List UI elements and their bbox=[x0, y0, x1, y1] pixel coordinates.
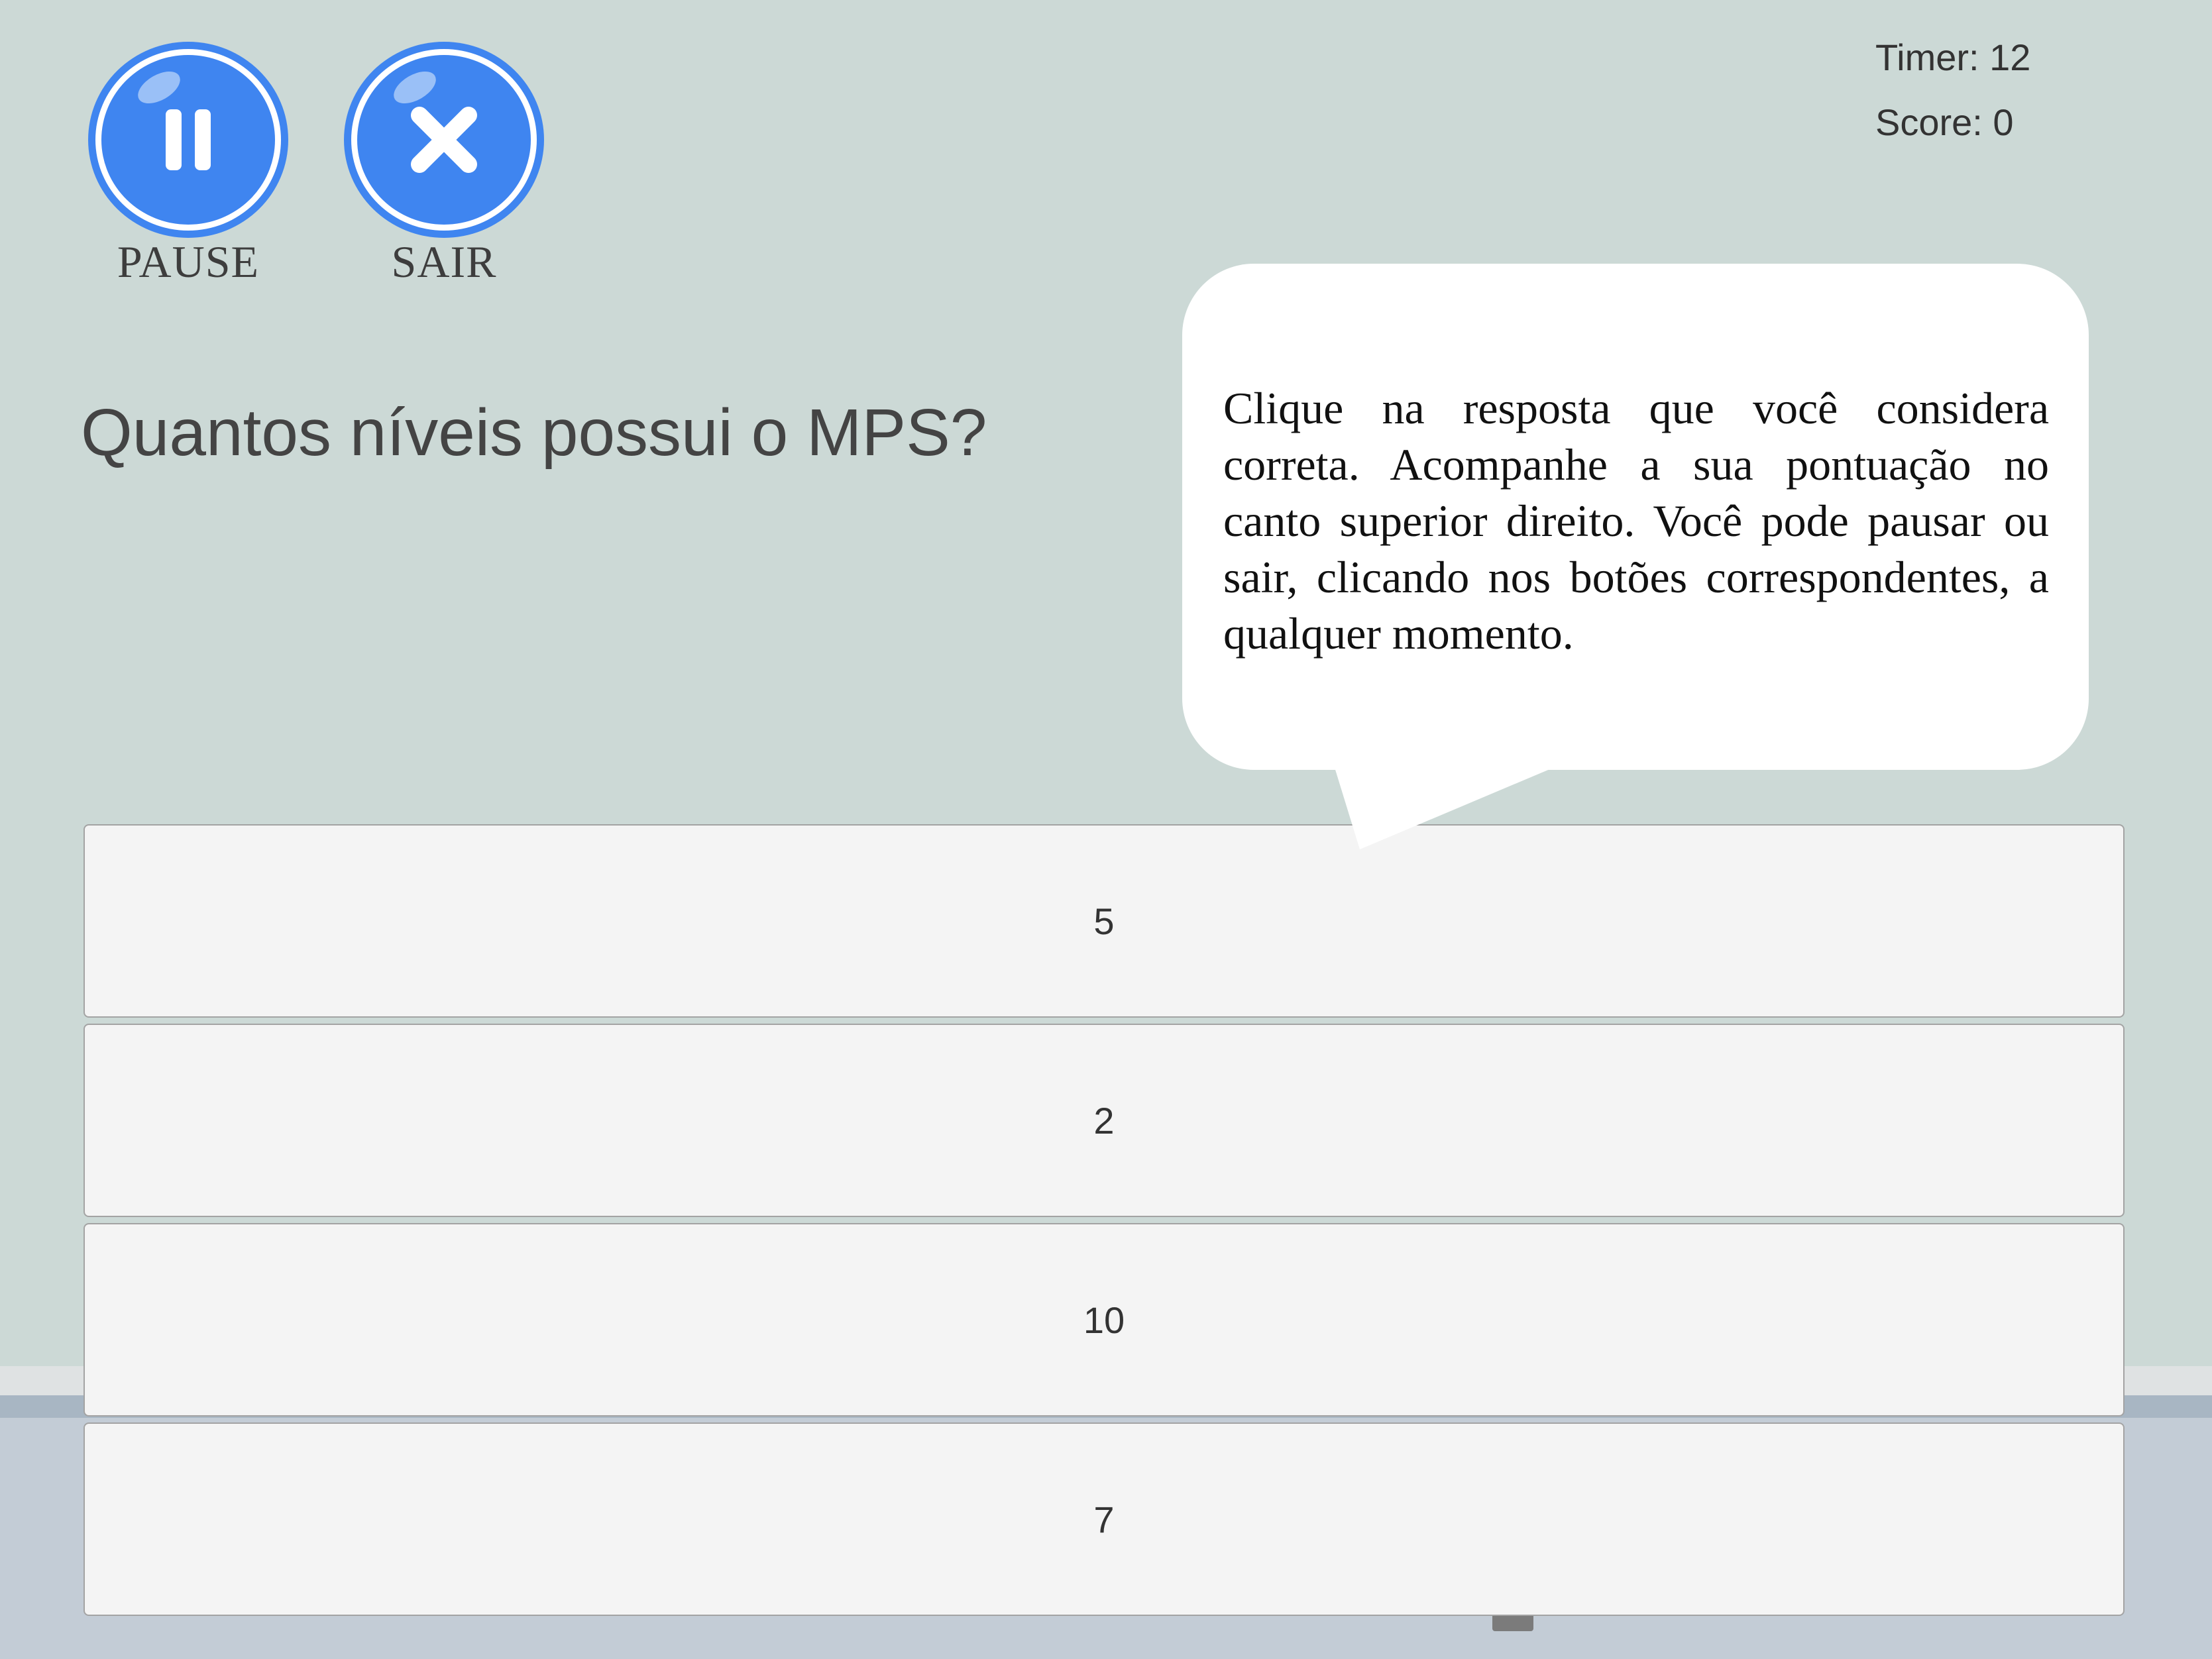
speech-bubble-tail bbox=[1333, 763, 1564, 849]
